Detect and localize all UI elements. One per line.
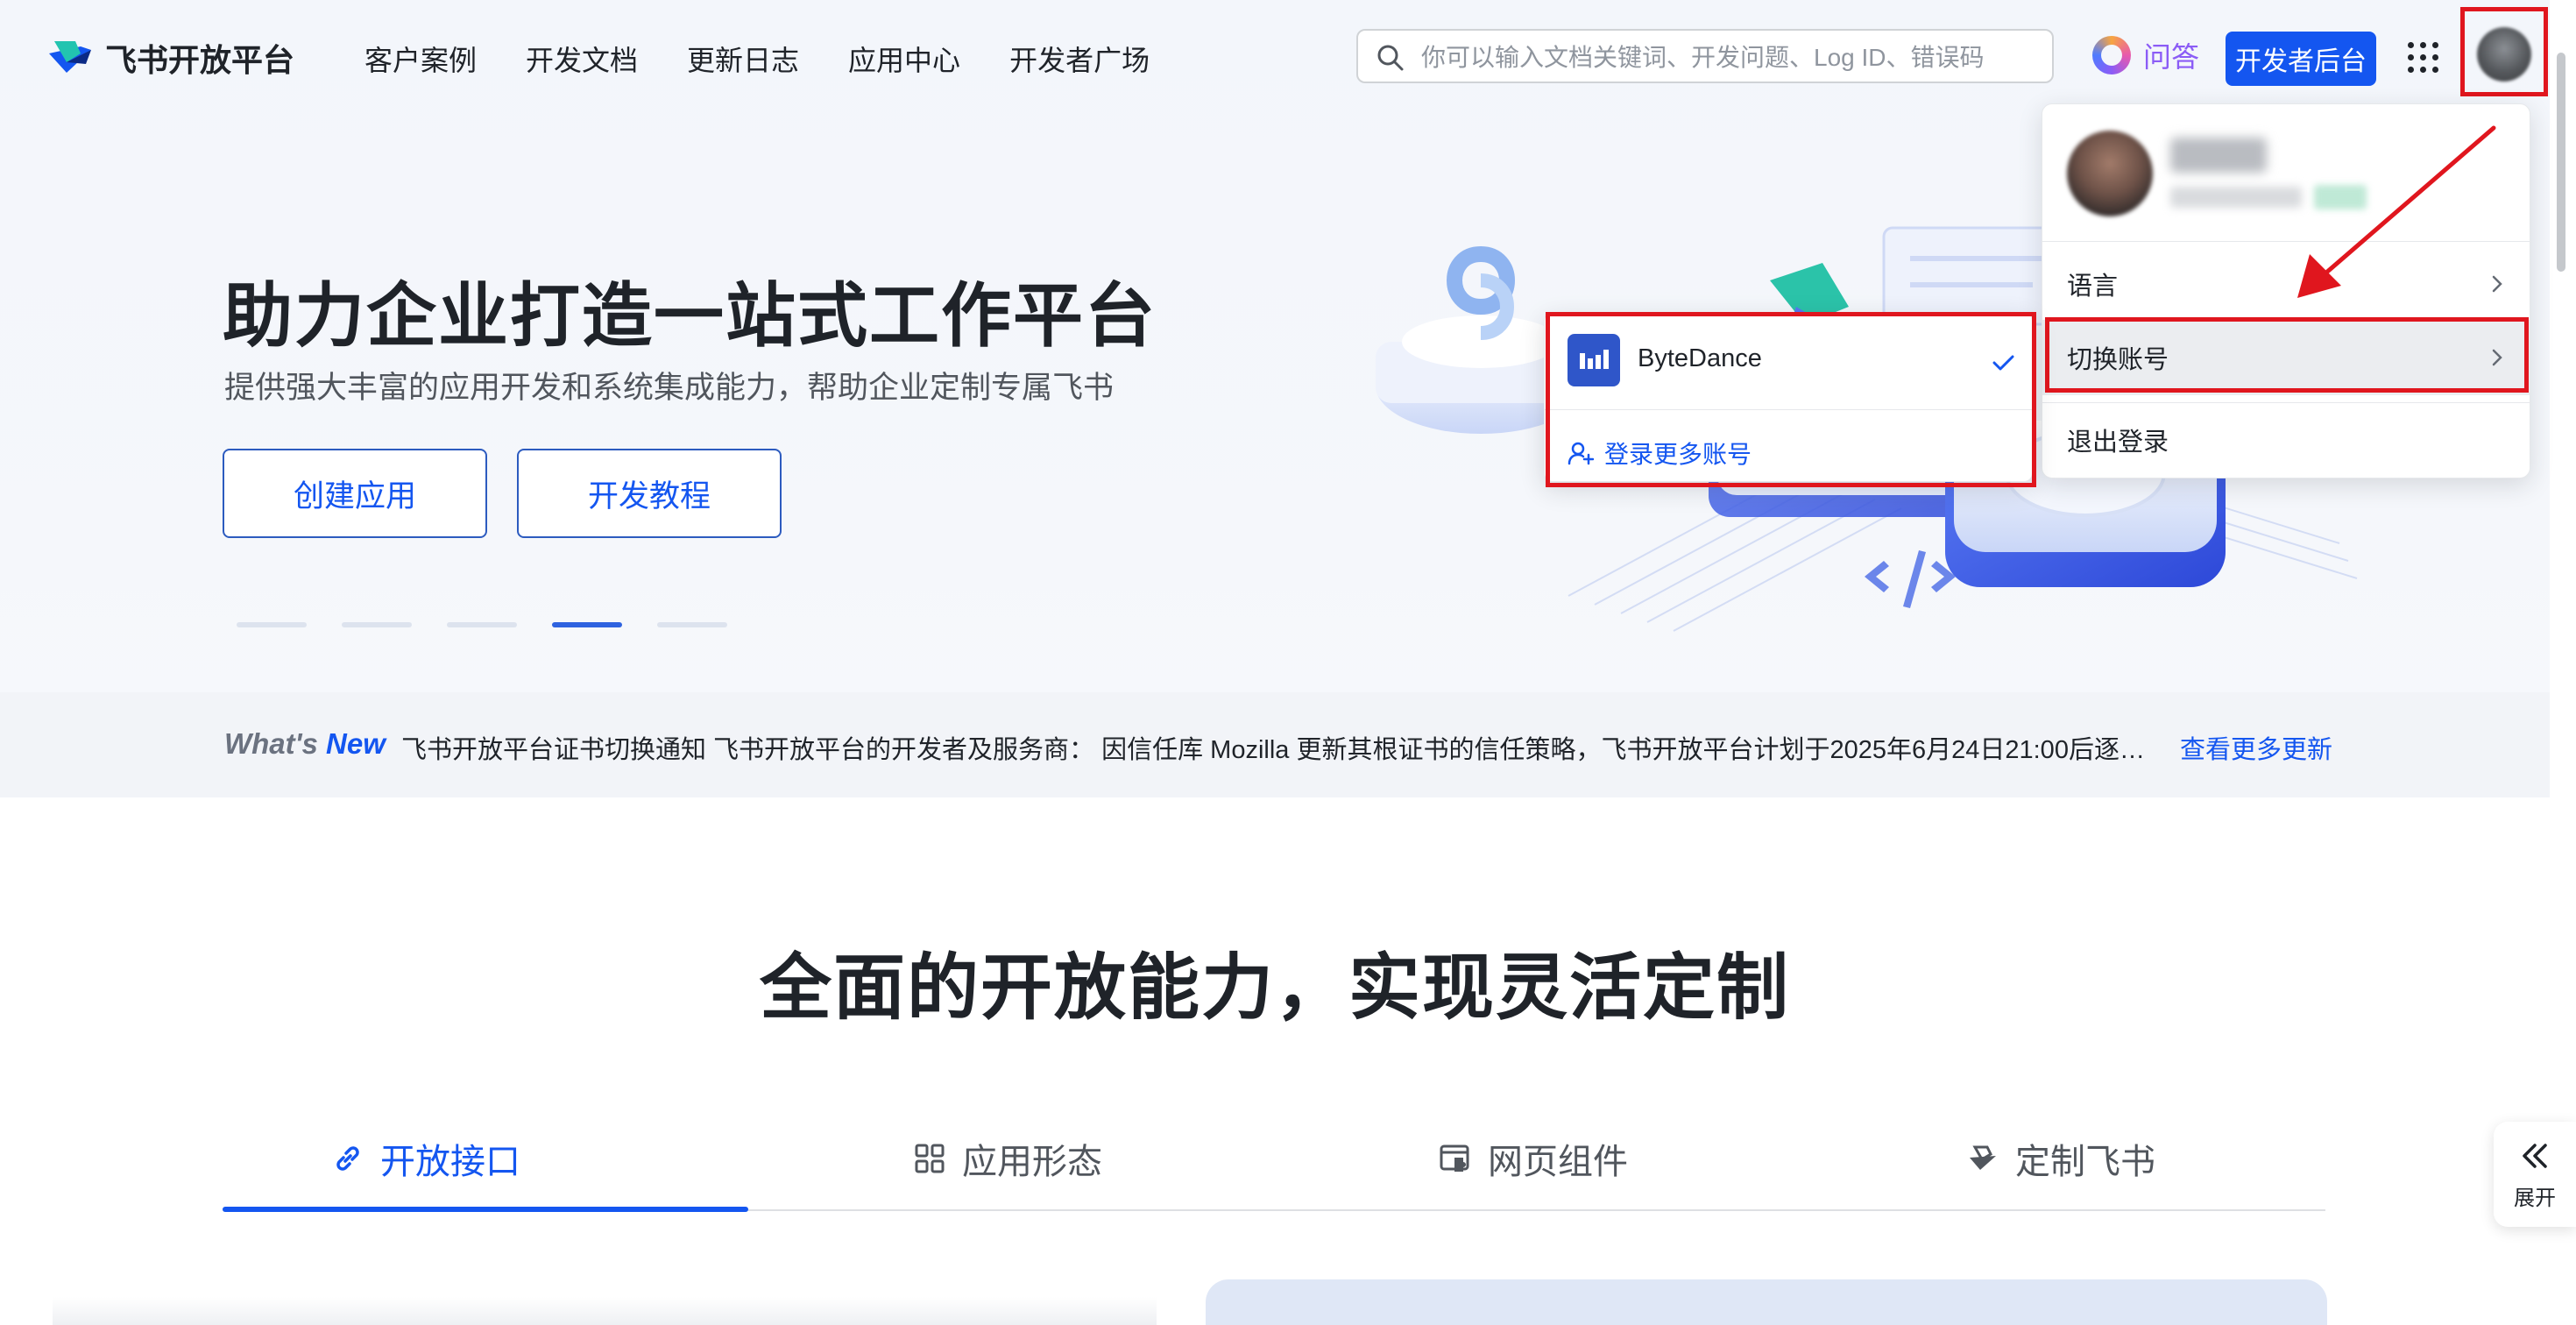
user-menu-avatar: [2067, 131, 2153, 216]
scrollbar-thumb[interactable]: [2557, 53, 2565, 272]
bytedance-logo-icon: [1568, 334, 1620, 386]
apps-grid-icon[interactable]: [2408, 42, 2439, 74]
add-account-link[interactable]: 登录更多账号: [1568, 436, 1752, 471]
link-icon: [336, 1146, 359, 1171]
feishu-icon: [1970, 1145, 1996, 1170]
menu-divider: [1545, 409, 2032, 410]
tab-open-api-label: 开放接口: [380, 1143, 520, 1181]
expand-side-panel-button[interactable]: 展开: [2494, 1122, 2576, 1227]
carousel-dot[interactable]: [447, 622, 517, 627]
nav-link-customer-cases[interactable]: 客户案例: [364, 39, 477, 79]
developer-console-button[interactable]: 开发者后台: [2226, 32, 2376, 86]
brand-name: 飞书开放平台: [105, 42, 295, 78]
content-preview-card: [1206, 1279, 2327, 1325]
qa-label: 问答: [2143, 41, 2200, 73]
add-user-icon: [1568, 442, 1594, 465]
nav-link-changelog[interactable]: 更新日志: [687, 39, 799, 79]
account-switch-submenu: ByteDance 登录更多账号: [1544, 312, 2033, 482]
nav-link-app-center[interactable]: 应用中心: [848, 39, 960, 79]
check-icon: [1992, 355, 2014, 371]
menu-item-logout-label: 退出登录: [2067, 429, 2169, 457]
qa-ring-icon: [2092, 36, 2131, 74]
top-nav: 飞书开放平台 客户案例 开发文档 更新日志 应用中心 开发者广场 问答 开发者后…: [0, 0, 2550, 114]
user-name-redacted: [2170, 138, 2267, 173]
expand-label: 展开: [2514, 1186, 2556, 1210]
whats-new-label-part2: New: [326, 727, 386, 760]
nav-link-dev-square[interactable]: 开发者广场: [1009, 39, 1150, 79]
active-tab-indicator: [223, 1207, 748, 1212]
dev-tutorial-button[interactable]: 开发教程: [517, 449, 782, 538]
carousel-dot-active[interactable]: [552, 622, 622, 627]
menu-divider: [2042, 402, 2530, 403]
feishu-logo-icon: [49, 41, 91, 73]
nav-link-docs[interactable]: 开发文档: [526, 39, 638, 79]
carousel-dot[interactable]: [657, 622, 727, 627]
create-app-button[interactable]: 创建应用: [223, 449, 487, 538]
tab-web-components-label: 网页组件: [1488, 1143, 1628, 1181]
menu-item-logout[interactable]: 退出登录: [2042, 407, 2530, 472]
account-name: ByteDance: [1638, 344, 1762, 372]
add-account-label: 登录更多账号: [1604, 441, 1752, 468]
view-more-updates-link[interactable]: 查看更多更新: [2180, 729, 2332, 766]
brand-logo[interactable]: 飞书开放平台: [46, 35, 294, 81]
menu-item-switch-account[interactable]: 切换账号: [2042, 320, 2530, 395]
hero-title: 助力企业打造一站式工作平台: [223, 277, 1157, 355]
menu-item-switch-account-label: 切换账号: [2067, 346, 2169, 374]
whats-new-text[interactable]: 飞书开放平台证书切换通知 飞书开放平台的开发者及服务商： 因信任库 Mozill…: [401, 729, 2145, 766]
search-box[interactable]: [1356, 29, 2054, 83]
tab-app-forms[interactable]: 应用形态: [913, 1132, 1102, 1185]
annotation-arrow-icon: [2297, 125, 2496, 298]
carousel-dot[interactable]: [237, 622, 307, 627]
double-chevron-left-icon: [2523, 1143, 2547, 1168]
capabilities-title: 全面的开放能力，实现灵活定制: [759, 948, 1790, 1028]
content-card-edge: [53, 1297, 1157, 1325]
tab-app-forms-label: 应用形态: [962, 1143, 1102, 1181]
menu-item-language-label: 语言: [2067, 273, 2119, 301]
whats-new-label: What's New: [224, 727, 386, 761]
tab-open-api[interactable]: 开放接口: [331, 1132, 520, 1185]
puzzle-icon: [1440, 1144, 1469, 1172]
tab-custom-feishu-label: 定制飞书: [2015, 1143, 2155, 1181]
account-item-current[interactable]: ByteDance: [1545, 313, 2032, 409]
avatar-highlight-box: [2460, 7, 2548, 96]
carousel-dot[interactable]: [342, 622, 412, 627]
nav-links: 客户案例 开发文档 更新日志 应用中心 开发者广场: [364, 39, 1199, 79]
tab-custom-feishu[interactable]: 定制飞书: [1966, 1132, 2155, 1185]
whats-new-label-part1: What's: [224, 727, 327, 760]
tab-web-components[interactable]: 网页组件: [1439, 1132, 1628, 1185]
grid-icon: [915, 1144, 945, 1173]
search-icon: [1377, 45, 1404, 71]
carousel-indicators: [237, 622, 762, 627]
capability-tabs: 开放接口 应用形态 网页组件 定制飞书: [223, 1113, 2325, 1212]
user-avatar[interactable]: [2477, 27, 2531, 81]
hero-subtitle: 提供强大丰富的应用开发和系统集成能力，帮助企业定制专属飞书: [224, 371, 1115, 405]
qa-button[interactable]: 问答: [2092, 35, 2199, 75]
search-input[interactable]: [1419, 38, 2036, 78]
chevron-right-icon: [2492, 349, 2502, 366]
